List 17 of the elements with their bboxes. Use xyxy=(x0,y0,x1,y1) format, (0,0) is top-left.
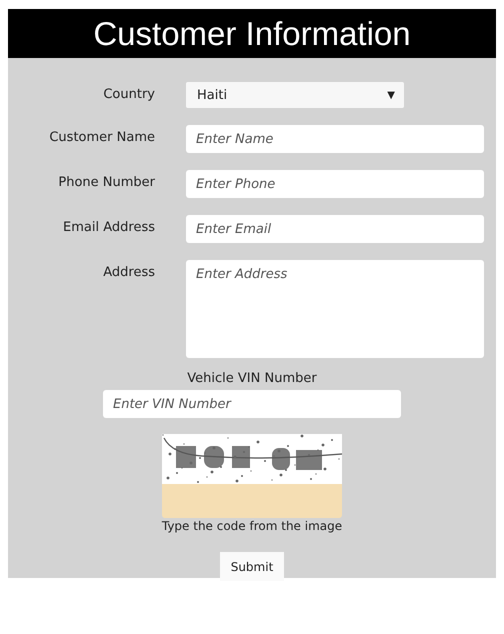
input-field[interactable]: Enter Name xyxy=(186,125,484,153)
vin-field[interactable]: Enter VIN Number xyxy=(103,390,401,418)
field-label: Country xyxy=(102,86,155,102)
dropdown-arrow-icon: ▼ xyxy=(387,90,395,100)
page-title: Customer Information xyxy=(93,14,411,52)
field-label: Phone Number xyxy=(57,174,155,190)
captcha-instruction: Type the code from the image xyxy=(162,519,342,533)
captcha-field[interactable] xyxy=(162,484,342,518)
submit-button[interactable]: Submit xyxy=(220,552,284,581)
input-field[interactable]: Enter Phone xyxy=(186,170,484,198)
field-label: Email Address xyxy=(62,219,155,235)
input-field[interactable]: Enter Email xyxy=(186,215,484,243)
field-label: Vehicle VIN Number xyxy=(187,371,317,386)
field-label: Address xyxy=(102,264,155,280)
field-label: Customer Name xyxy=(48,129,155,145)
address-field[interactable]: Enter Address xyxy=(186,260,484,358)
country-select[interactable]: Haiti ▼ xyxy=(186,82,404,108)
